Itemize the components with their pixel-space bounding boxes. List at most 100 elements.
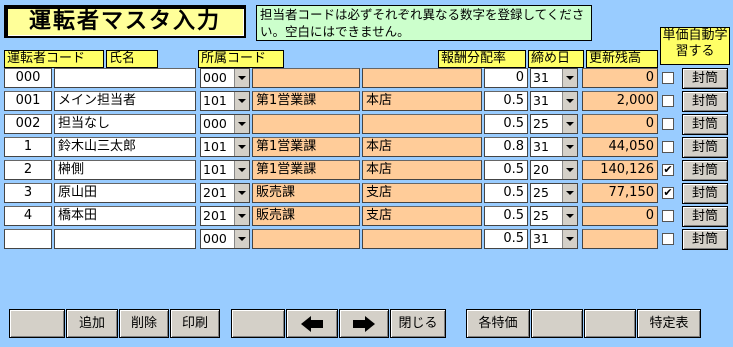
chevron-down-icon[interactable]: [562, 138, 577, 156]
rate-field[interactable]: 0.5: [484, 206, 528, 226]
branch-field: [362, 68, 482, 88]
chevron-down-icon[interactable]: [562, 92, 577, 110]
delete-button[interactable]: 削除: [119, 309, 169, 338]
chevron-down-icon[interactable]: [234, 207, 249, 225]
print-button[interactable]: 印刷: [170, 309, 220, 338]
affiliation-code-select[interactable]: 000: [200, 68, 250, 88]
toolbar-blank-3[interactable]: [531, 309, 583, 338]
auto-learn-checkbox[interactable]: [662, 118, 674, 130]
auto-learn-checkbox[interactable]: [662, 210, 674, 222]
page-title: 運転者マスタ入力: [4, 5, 246, 38]
driver-code-field[interactable]: 001: [4, 91, 52, 111]
closing-day-select[interactable]: 31: [530, 137, 578, 157]
envelope-button[interactable]: 封筒: [682, 68, 728, 89]
chevron-down-icon[interactable]: [234, 115, 249, 133]
closing-day-select[interactable]: 25: [530, 183, 578, 203]
closing-day-value: 20: [533, 162, 549, 177]
chevron-down-icon[interactable]: [234, 184, 249, 202]
driver-name-field[interactable]: [54, 229, 196, 249]
driver-code-field[interactable]: [4, 229, 52, 249]
closing-day-value: 25: [533, 208, 549, 223]
driver-code-field[interactable]: 2: [4, 160, 52, 180]
driver-name-field[interactable]: メイン担当者: [54, 91, 196, 111]
closing-day-select[interactable]: 31: [530, 68, 578, 88]
toolbar-blank-4[interactable]: [584, 309, 636, 338]
driver-name-field[interactable]: 担当なし: [54, 114, 196, 134]
close-button[interactable]: 閉じる: [390, 309, 446, 338]
chevron-down-icon[interactable]: [562, 161, 577, 179]
rate-field[interactable]: 0.5: [484, 229, 528, 249]
envelope-button[interactable]: 封筒: [682, 91, 728, 112]
driver-name-field[interactable]: [54, 68, 196, 88]
envelope-button[interactable]: 封筒: [682, 206, 728, 227]
closing-day-select[interactable]: 25: [530, 206, 578, 226]
affiliation-code-select[interactable]: 000: [200, 229, 250, 249]
affiliation-code-value: 201: [203, 185, 227, 200]
auto-learn-checkbox[interactable]: [662, 141, 674, 153]
affiliation-code-value: 101: [203, 93, 227, 108]
driver-name-field[interactable]: 鈴木山三太郎: [54, 137, 196, 157]
auto-learn-checkbox[interactable]: [662, 95, 674, 107]
chevron-down-icon[interactable]: [234, 92, 249, 110]
special-table-button[interactable]: 特定表: [637, 309, 701, 338]
chevron-down-icon[interactable]: [562, 69, 577, 87]
rate-field[interactable]: 0.5: [484, 183, 528, 203]
arrow-right-icon: [353, 316, 375, 332]
closing-day-select[interactable]: 25: [530, 114, 578, 134]
envelope-button[interactable]: 封筒: [682, 160, 728, 181]
envelope-button[interactable]: 封筒: [682, 114, 728, 135]
header-balance: 更新残高: [586, 50, 658, 68]
driver-code-field[interactable]: 4: [4, 206, 52, 226]
toolbar-blank-1[interactable]: [9, 309, 65, 338]
rate-field[interactable]: 0.5: [484, 160, 528, 180]
chevron-down-icon[interactable]: [562, 115, 577, 133]
rate-field[interactable]: 0.5: [484, 91, 528, 111]
chevron-down-icon[interactable]: [562, 230, 577, 248]
driver-name-field[interactable]: 橋本田: [54, 206, 196, 226]
closing-day-select[interactable]: 20: [530, 160, 578, 180]
balance-field: 0: [582, 68, 658, 88]
affiliation-name-field: [252, 229, 360, 249]
chevron-down-icon[interactable]: [234, 69, 249, 87]
auto-learn-checkbox[interactable]: ✔: [662, 187, 674, 199]
affiliation-code-select[interactable]: 101: [200, 137, 250, 157]
chevron-down-icon[interactable]: [562, 207, 577, 225]
branch-field: [362, 114, 482, 134]
envelope-button[interactable]: 封筒: [682, 183, 728, 204]
driver-code-field[interactable]: 1: [4, 137, 52, 157]
chevron-down-icon[interactable]: [234, 230, 249, 248]
branch-field: 本店: [362, 160, 482, 180]
prev-record-button[interactable]: [286, 309, 338, 338]
affiliation-code-value: 101: [203, 162, 227, 177]
chevron-down-icon[interactable]: [562, 184, 577, 202]
auto-learn-checkbox[interactable]: ✔: [662, 164, 674, 176]
rate-field[interactable]: 0.5: [484, 114, 528, 134]
chevron-down-icon[interactable]: [234, 138, 249, 156]
chevron-down-icon[interactable]: [234, 161, 249, 179]
add-button[interactable]: 追加: [66, 309, 118, 338]
affiliation-name-field: [252, 114, 360, 134]
driver-name-field[interactable]: 原山田: [54, 183, 196, 203]
closing-day-select[interactable]: 31: [530, 91, 578, 111]
closing-day-value: 31: [533, 139, 549, 154]
affiliation-code-select[interactable]: 101: [200, 91, 250, 111]
envelope-button[interactable]: 封筒: [682, 137, 728, 158]
affiliation-code-select[interactable]: 101: [200, 160, 250, 180]
affiliation-code-select[interactable]: 201: [200, 183, 250, 203]
affiliation-code-select[interactable]: 201: [200, 206, 250, 226]
auto-learn-checkbox[interactable]: [662, 233, 674, 245]
affiliation-code-select[interactable]: 000: [200, 114, 250, 134]
rate-field[interactable]: 0: [484, 68, 528, 88]
envelope-button[interactable]: 封筒: [682, 229, 728, 250]
rate-field[interactable]: 0.8: [484, 137, 528, 157]
special-price-button[interactable]: 各特価: [466, 309, 530, 338]
closing-day-select[interactable]: 31: [530, 229, 578, 249]
driver-code-field[interactable]: 000: [4, 68, 52, 88]
driver-name-field[interactable]: 榊側: [54, 160, 196, 180]
driver-code-field[interactable]: 3: [4, 183, 52, 203]
toolbar-blank-2[interactable]: [231, 309, 285, 338]
next-record-button[interactable]: [339, 309, 389, 338]
notice-text: 担当者コードは必ずそれぞれ異なる数字を登録してください。空白にはできません。: [256, 5, 592, 41]
auto-learn-checkbox[interactable]: [662, 72, 674, 84]
driver-code-field[interactable]: 002: [4, 114, 52, 134]
